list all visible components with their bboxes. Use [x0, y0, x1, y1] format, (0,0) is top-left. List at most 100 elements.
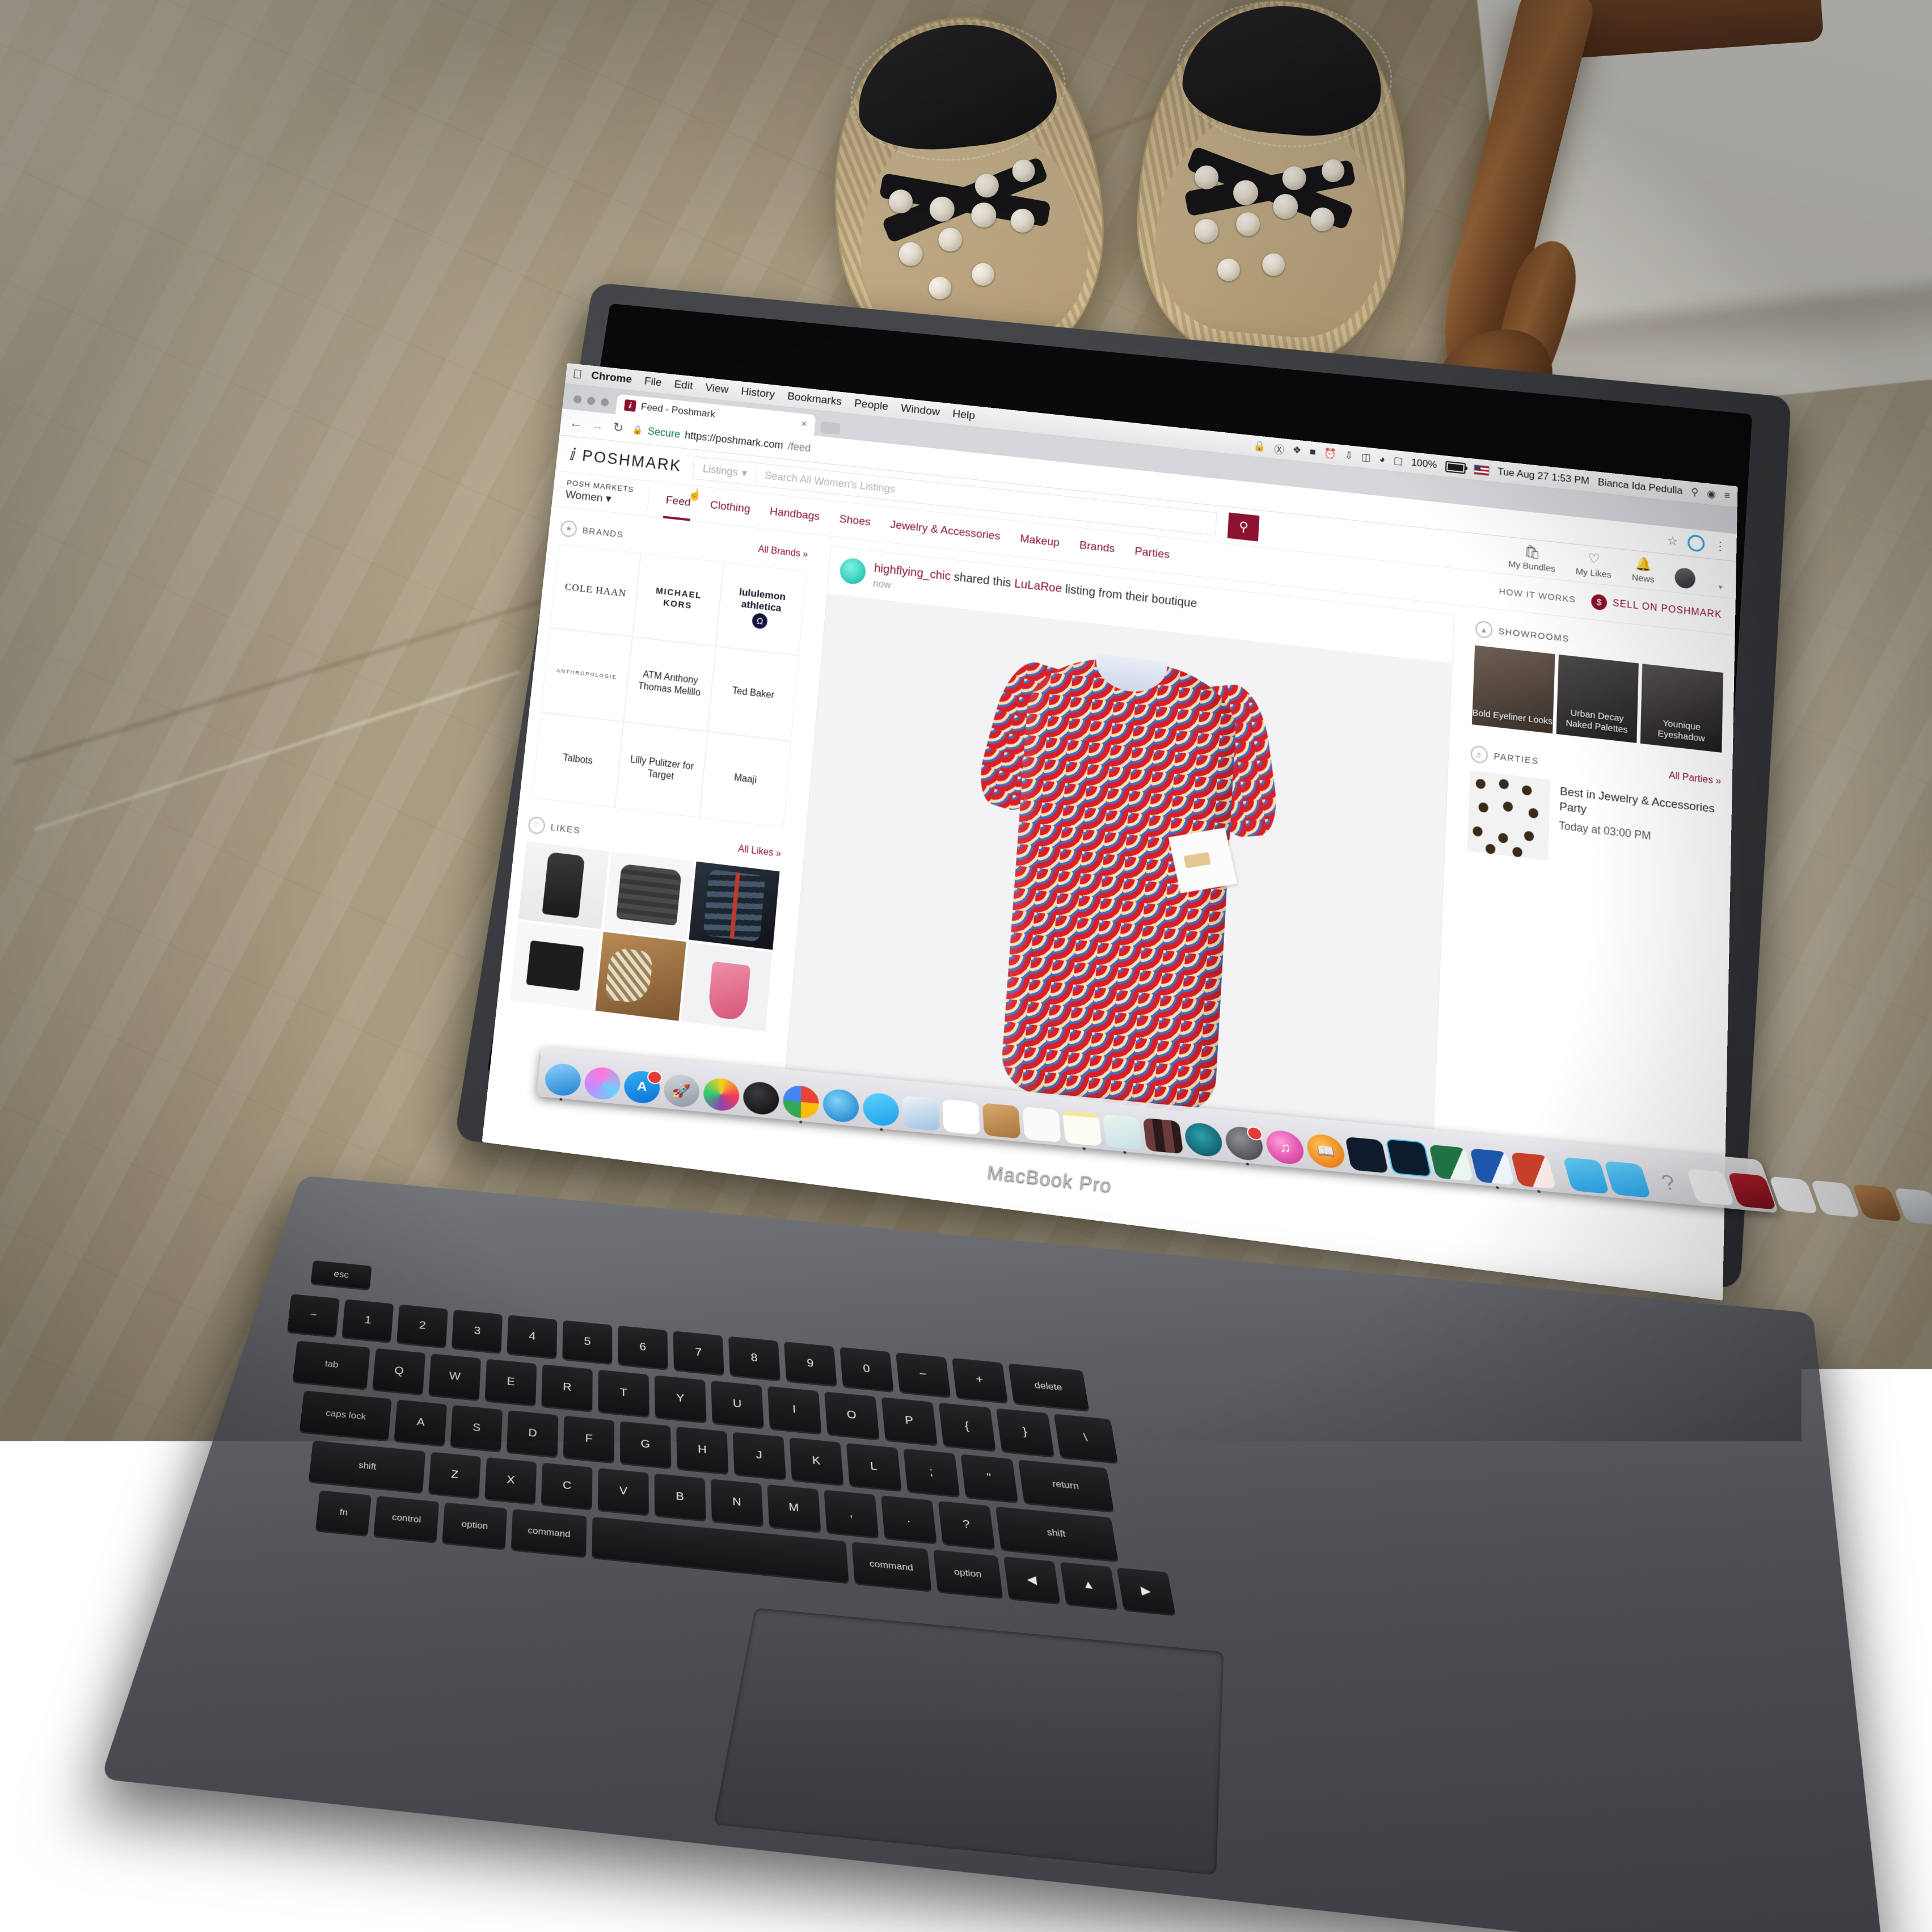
- kebab-menu-icon[interactable]: ⋮: [1714, 538, 1727, 554]
- forward-arrow-icon[interactable]: →: [590, 417, 605, 433]
- key-e[interactable]: E: [485, 1359, 537, 1406]
- all-parties-link[interactable]: All Parties »: [1669, 770, 1722, 787]
- brand-cell-lilly-pulitzer[interactable]: Lilly Pulitzer for Target: [615, 722, 707, 818]
- close-window-button[interactable]: [573, 395, 581, 403]
- display-icon[interactable]: ◫: [1361, 452, 1372, 464]
- my-likes-link[interactable]: ♡ My Likes: [1576, 549, 1612, 580]
- key-equals[interactable]: +: [952, 1358, 1008, 1402]
- party-card[interactable]: Best in Jewelry & Accessories Party Toda…: [1467, 770, 1720, 880]
- reload-icon[interactable]: ↻: [612, 420, 624, 436]
- nav-item-clothing[interactable]: Clothing: [708, 495, 752, 520]
- minimize-window-button[interactable]: [587, 396, 595, 405]
- creative-cloud-icon[interactable]: Ⓧ: [1274, 441, 1285, 456]
- dock-item-messages[interactable]: [863, 1092, 900, 1128]
- key-q[interactable]: Q: [373, 1348, 426, 1394]
- time-machine-icon[interactable]: ⏰: [1324, 448, 1337, 461]
- airplay-icon[interactable]: ▢: [1393, 455, 1403, 467]
- menu-people[interactable]: People: [854, 398, 889, 414]
- brand-cell-lululemon[interactable]: lululemon athletica Ω: [715, 562, 806, 656]
- dropbox-icon[interactable]: ❖: [1292, 444, 1302, 457]
- showroom-card[interactable]: Urban Decay Naked Palettes: [1556, 655, 1639, 743]
- nav-item-makeup[interactable]: Makeup: [1018, 529, 1061, 554]
- brand-cell-anthropologie[interactable]: ANTHROPOLOGIE: [541, 627, 632, 722]
- news-link[interactable]: 🔔 News: [1632, 555, 1655, 585]
- key-tab[interactable]: tab: [293, 1340, 370, 1389]
- avatar[interactable]: [1675, 567, 1696, 589]
- new-tab-button[interactable]: [820, 421, 841, 435]
- like-item[interactable]: [604, 851, 694, 939]
- battery-icon[interactable]: [1445, 461, 1465, 474]
- dock-item-photos[interactable]: [703, 1077, 740, 1112]
- apple-icon[interactable]: : [572, 366, 583, 382]
- dock-item-safari-dark[interactable]: [743, 1081, 779, 1116]
- back-arrow-icon[interactable]: ←: [569, 415, 583, 431]
- dock-item-notes[interactable]: [1062, 1110, 1102, 1146]
- showroom-card[interactable]: Bold Eyeliner Looks: [1472, 646, 1555, 734]
- us-flag-icon[interactable]: [1474, 464, 1490, 475]
- like-item[interactable]: [595, 932, 686, 1021]
- chevron-down-icon[interactable]: ▾: [1718, 583, 1722, 593]
- dock-item-siri[interactable]: [583, 1066, 621, 1101]
- dock-item-finder[interactable]: [543, 1062, 582, 1098]
- menubar-user-name[interactable]: Bianca Ida Pedulla: [1597, 476, 1682, 497]
- nav-item-jewelry-accessories[interactable]: Jewelry & Accessories: [888, 515, 1002, 547]
- all-brands-link[interactable]: All Brands »: [758, 545, 809, 560]
- like-item[interactable]: [681, 942, 773, 1032]
- extension-icon[interactable]: [1688, 534, 1705, 552]
- menu-bookmarks[interactable]: Bookmarks: [787, 390, 842, 408]
- menu-history[interactable]: History: [740, 385, 775, 401]
- dock-item-chrome[interactable]: [783, 1084, 819, 1120]
- key-3[interactable]: 3: [452, 1310, 503, 1353]
- key-backtick[interactable]: ~: [287, 1294, 340, 1336]
- dock-item-launchpad[interactable]: 🚀: [663, 1073, 701, 1108]
- lock-icon[interactable]: 🔒: [1254, 440, 1267, 453]
- how-it-works-link[interactable]: HOW IT WORKS: [1499, 586, 1576, 605]
- brand-cell-maaji[interactable]: Maaji: [699, 732, 791, 828]
- avatar[interactable]: [839, 557, 867, 585]
- posh-markets-selector[interactable]: POSH MARKETS Women ▾: [565, 478, 650, 510]
- key-8[interactable]: 8: [728, 1336, 781, 1380]
- dock-item-contacts[interactable]: [982, 1103, 1021, 1138]
- star-icon[interactable]: ☆: [1667, 533, 1678, 549]
- brand-cell-atm[interactable]: ATM Anthony Thomas Melillo: [624, 637, 716, 732]
- notification-center-icon[interactable]: ≡: [1724, 490, 1731, 502]
- key-4[interactable]: 4: [507, 1315, 558, 1358]
- dock-item-app-store[interactable]: A: [623, 1070, 661, 1105]
- brand-cell-talbots[interactable]: Talbots: [531, 712, 624, 808]
- menu-chrome[interactable]: Chrome: [590, 370, 632, 386]
- siri-icon[interactable]: ◉: [1707, 488, 1716, 500]
- key-minus[interactable]: −: [896, 1352, 951, 1397]
- brand-cell-ted-baker[interactable]: Ted Baker: [707, 646, 799, 741]
- like-item[interactable]: [509, 921, 601, 1010]
- spotlight-search-icon[interactable]: ⚲: [1691, 486, 1699, 499]
- backup-icon[interactable]: ■: [1309, 446, 1316, 458]
- nav-item-shoes[interactable]: Shoes: [837, 509, 872, 533]
- all-likes-link[interactable]: All Likes »: [737, 844, 782, 860]
- nav-item-handbags[interactable]: Handbags: [767, 502, 821, 528]
- brand-cell-cole-haan[interactable]: COLE HAAN: [550, 544, 641, 637]
- feed-post-brand[interactable]: LuLaRoe: [1014, 577, 1062, 596]
- wifi-icon[interactable]: ◕: [1379, 453, 1386, 466]
- like-item[interactable]: [518, 841, 609, 929]
- dock-item-reminders[interactable]: [1022, 1107, 1061, 1142]
- menu-help[interactable]: Help: [952, 408, 975, 423]
- nav-item-brands[interactable]: Brands: [1078, 535, 1117, 559]
- key-6[interactable]: 6: [618, 1326, 668, 1369]
- dock-item-safari[interactable]: [823, 1088, 859, 1124]
- menu-file[interactable]: File: [644, 375, 663, 389]
- menu-edit[interactable]: Edit: [673, 378, 693, 393]
- dock-item-calendar[interactable]: [942, 1099, 980, 1135]
- showroom-card[interactable]: Younique Eyeshadow: [1640, 664, 1723, 753]
- bluetooth-icon[interactable]: ⇩: [1344, 450, 1353, 462]
- key-7[interactable]: 7: [673, 1331, 724, 1374]
- dock-item-maps[interactable]: [1103, 1114, 1143, 1150]
- brand-cell-michael-kors[interactable]: MICHAEL KORS: [632, 553, 724, 646]
- maximize-window-button[interactable]: [600, 398, 609, 407]
- dock-item-preview[interactable]: [902, 1095, 940, 1131]
- key-5[interactable]: 5: [562, 1320, 612, 1363]
- search-scope-dropdown[interactable]: Listings ▾: [693, 457, 758, 485]
- sell-on-poshmark-button[interactable]: $ SELL ON POSHMARK: [1591, 594, 1722, 623]
- poshmark-logo[interactable]: ⅈ POSHMARK: [569, 444, 683, 476]
- search-button[interactable]: ⚲: [1227, 512, 1260, 541]
- like-item[interactable]: [689, 862, 780, 950]
